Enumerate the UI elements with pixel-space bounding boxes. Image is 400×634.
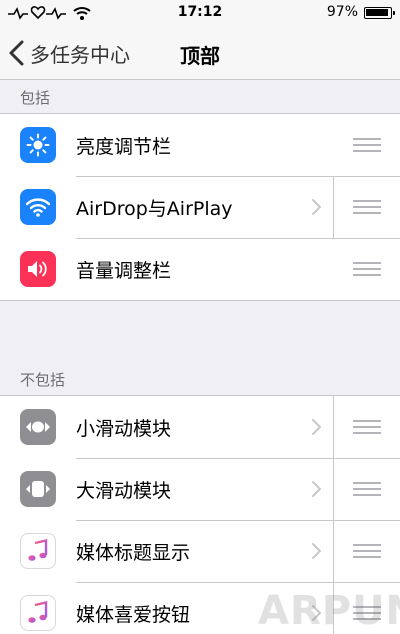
list-item-label: 小滑动模块 bbox=[76, 418, 172, 440]
list-item-airdrop-airplay[interactable]: AirDrop与AirPlay bbox=[0, 176, 400, 238]
row-divider bbox=[333, 582, 334, 634]
reorder-handle-icon[interactable] bbox=[353, 482, 381, 496]
excluded-list: 小滑动模块 大滑动模块 媒体标题显示 媒体喜爱按钮 bbox=[0, 395, 400, 634]
chevron-right-icon bbox=[312, 605, 321, 621]
list-item-media-title[interactable]: 媒体标题显示 bbox=[0, 520, 400, 582]
list-item-small-slider[interactable]: 小滑动模块 bbox=[0, 396, 400, 458]
list-item-label: 媒体喜爱按钮 bbox=[76, 604, 191, 626]
list-item-label: 音量调整栏 bbox=[76, 260, 172, 282]
row-divider bbox=[333, 458, 334, 520]
brightness-icon bbox=[20, 127, 56, 163]
status-bar: 17:12 97% bbox=[0, 0, 400, 26]
reorder-handle-icon[interactable] bbox=[353, 200, 381, 214]
large-slider-icon bbox=[20, 471, 56, 507]
back-button-label: 多任务中心 bbox=[30, 42, 130, 67]
reorder-handle-icon[interactable] bbox=[353, 544, 381, 558]
chevron-left-icon bbox=[9, 40, 24, 66]
list-item-label: 大滑动模块 bbox=[76, 480, 172, 502]
reorder-handle-icon[interactable] bbox=[353, 420, 381, 434]
battery-icon bbox=[364, 7, 395, 19]
section-header-excluded: 不包括 bbox=[20, 371, 66, 389]
row-divider bbox=[333, 176, 334, 238]
reorder-handle-icon[interactable] bbox=[353, 262, 381, 276]
list-item-media-favorite[interactable]: 媒体喜爱按钮 bbox=[0, 582, 400, 634]
small-slider-icon bbox=[20, 409, 56, 445]
list-item-large-slider[interactable]: 大滑动模块 bbox=[0, 458, 400, 520]
volume-icon bbox=[20, 251, 56, 287]
chevron-right-icon bbox=[312, 543, 321, 559]
list-item-label: AirDrop与AirPlay bbox=[76, 198, 233, 220]
chevron-right-icon bbox=[312, 199, 321, 215]
reorder-handle-icon[interactable] bbox=[353, 606, 381, 620]
list-item-label: 媒体标题显示 bbox=[76, 542, 191, 564]
music-note-icon bbox=[20, 595, 56, 631]
navigation-bar: 多任务中心 顶部 bbox=[0, 26, 400, 80]
list-item-label: 亮度调节栏 bbox=[76, 136, 172, 158]
music-note-icon bbox=[20, 533, 56, 569]
battery-percentage: 97% bbox=[326, 4, 358, 20]
list-item-volume[interactable]: 音量调整栏 bbox=[0, 238, 400, 300]
wifi-icon bbox=[20, 189, 56, 225]
list-item-brightness[interactable]: 亮度调节栏 bbox=[0, 114, 400, 176]
included-list: 亮度调节栏 AirDrop与AirPlay 音量调整栏 bbox=[0, 113, 400, 301]
row-divider bbox=[333, 520, 334, 582]
section-header-included: 包括 bbox=[20, 89, 51, 107]
back-button[interactable]: 多任务中心 bbox=[6, 36, 130, 70]
reorder-handle-icon[interactable] bbox=[353, 138, 381, 152]
row-divider bbox=[333, 396, 334, 458]
chevron-right-icon bbox=[312, 419, 321, 435]
chevron-right-icon bbox=[312, 481, 321, 497]
